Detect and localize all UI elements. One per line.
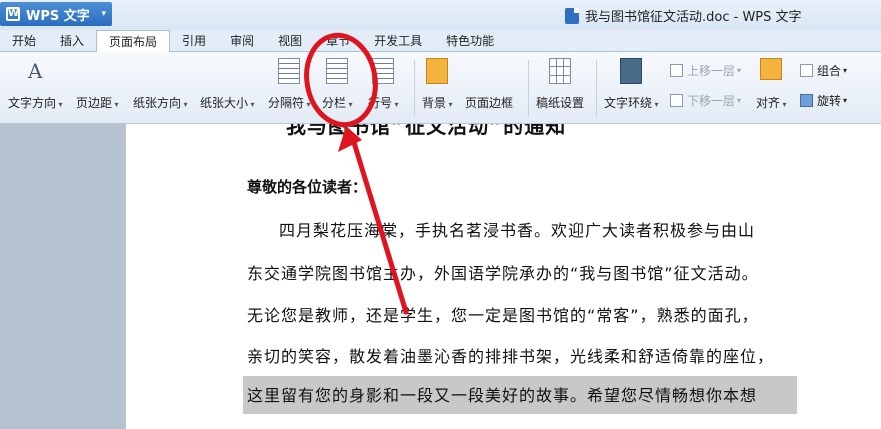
bring-forward-button[interactable]: 上移一层 ▾	[670, 62, 741, 79]
document-line: 无论您是教师，还是学生，您一定是图书馆的“常客”，熟悉的面孔，	[247, 306, 759, 325]
bring-forward-icon	[670, 64, 683, 77]
document-line-selected: 这里留有您的身影和一段又一段美好的故事。希望您尽情畅想你本想	[247, 386, 758, 405]
wps-logo-icon: W	[6, 7, 20, 21]
document-line: 四月梨花压海棠，手执名茗浸书香。欢迎广大读者积极参与由山	[279, 221, 756, 240]
send-backward-button[interactable]: 下移一层 ▾	[670, 92, 741, 109]
paper-size-button[interactable]: 纸张大小	[200, 58, 365, 208]
align-button[interactable]: 对齐	[756, 58, 787, 111]
text-direction-button[interactable]: A 文字方向	[8, 58, 63, 111]
columns-icon	[326, 58, 349, 84]
rotate-button[interactable]: 旋转 ▾	[800, 92, 847, 109]
background-icon	[426, 58, 449, 84]
wps-app-menu-button[interactable]: W WPS 文字 ▾	[0, 2, 112, 26]
grid-paper-icon	[549, 58, 571, 84]
document-left-margin-area	[0, 124, 126, 429]
tab-page-layout[interactable]: 页面布局	[96, 30, 171, 53]
menu-tabs: 开始 插入 页面布局 引用 审阅 视图 章节 开发工具 特色功能	[0, 30, 881, 53]
chevron-down-icon: ▾	[101, 9, 106, 19]
tab-insert[interactable]: 插入	[48, 30, 96, 52]
window-title-text: 我与图书馆征文活动.doc - WPS 文字	[585, 10, 802, 25]
document-page[interactable]: 我与图书馆”征文活动”的通知 尊敬的各位读者： 四月梨花压海棠，手执名茗浸书香。…	[126, 124, 881, 429]
title-bar: W WPS 文字 ▾ 我与图书馆征文活动.doc - WPS 文字	[0, 0, 881, 30]
doc-file-icon	[565, 7, 579, 24]
ribbon-divider	[528, 60, 529, 116]
line-numbers-icon	[372, 58, 395, 84]
app-name: WPS 文字	[26, 8, 90, 24]
tab-review[interactable]: 审阅	[218, 30, 266, 52]
tab-references[interactable]: 引用	[170, 30, 218, 52]
grid-settings-button[interactable]: 稿纸设置	[536, 58, 584, 111]
tab-home[interactable]: 开始	[0, 30, 48, 52]
tab-special[interactable]: 特色功能	[434, 30, 506, 52]
group-button[interactable]: 组合 ▾	[800, 62, 847, 79]
document-heading: 我与图书馆”征文活动”的通知	[286, 124, 567, 138]
tab-developer[interactable]: 开发工具	[362, 30, 434, 52]
ribbon-page-layout: A 文字方向 页边距 纸张方向 纸张大小 分隔符 分栏 行号 背景 页面边框 稿…	[0, 52, 881, 208]
tab-sections[interactable]: 章节	[314, 30, 362, 52]
text-wrap-icon	[620, 58, 643, 84]
rotate-icon	[800, 94, 813, 107]
columns-button[interactable]: 分栏	[322, 58, 353, 111]
align-icon	[760, 58, 783, 80]
document-line: 东交通学院图书馆主办，外国语学院承办的“我与图书馆”征文活动。	[247, 264, 759, 283]
group-icon	[800, 64, 813, 77]
line-numbers-button[interactable]: 行号	[368, 58, 399, 111]
background-button[interactable]: 背景	[422, 58, 453, 111]
tab-view[interactable]: 视图	[266, 30, 314, 52]
document-title: 我与图书馆征文活动.doc - WPS 文字	[565, 6, 802, 25]
ribbon-divider	[596, 60, 597, 116]
page-border-button[interactable]: 页面边框	[465, 58, 626, 208]
document-line: 亲切的笑容，散发着油墨沁香的排排书架，光线柔和舒适倚靠的座位，	[247, 347, 775, 366]
text-direction-icon: A	[28, 59, 43, 83]
send-backward-icon	[670, 94, 683, 107]
margins-button[interactable]: 页边距	[76, 58, 235, 208]
breaks-icon	[278, 58, 301, 84]
ribbon-divider	[414, 60, 415, 116]
text-wrap-button[interactable]: 文字环绕	[604, 58, 659, 111]
document-greeting: 尊敬的各位读者：	[247, 178, 368, 196]
orientation-button[interactable]: 纸张方向	[133, 58, 298, 208]
breaks-button[interactable]: 分隔符	[268, 58, 311, 111]
